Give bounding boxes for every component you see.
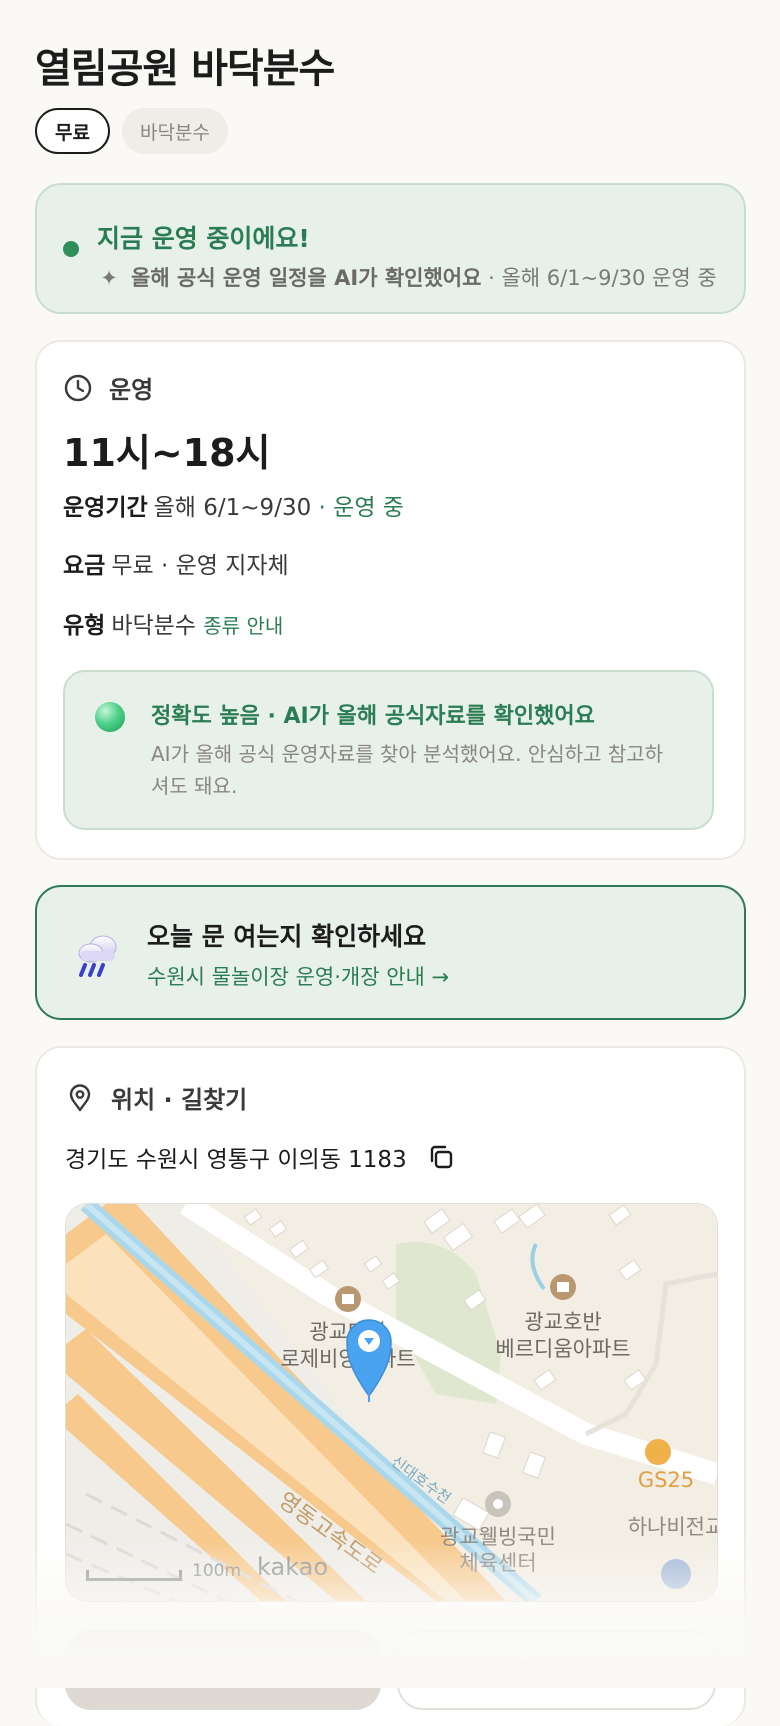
period-label: 운영기간 xyxy=(63,495,148,521)
location-pin-icon xyxy=(69,1083,91,1111)
send-arrow-icon: ➤ xyxy=(174,1657,194,1683)
map-scale: 100m kakao xyxy=(86,1553,328,1581)
address-text: 경기도 수원시 영통구 이의동 1183 xyxy=(65,1147,407,1173)
status-card: 지금 운영 중이에요! ✦ 올해 공식 운영 일정을 AI가 확인했어요 · 올해… xyxy=(35,183,746,314)
page-title: 열림공원 바닥분수 xyxy=(35,46,335,92)
accuracy-orb-icon xyxy=(95,702,125,732)
fee-row: 요금 무료 · 운영 지자체 xyxy=(63,546,289,580)
accuracy-description: AI가 올해 공식 운영자료를 찾아 분석했어요. 안심하고 참고하셔도 돼요. xyxy=(151,742,664,798)
fee-value: 무료 · 운영 지자체 xyxy=(111,553,289,579)
map-view[interactable]: 광교대광 로제비앙아파트 광교호반 베르디움아파트 신대호수천 영동고속도로 G… xyxy=(65,1203,718,1602)
location-buttons: ➤ 길찾기 플레이스 xyxy=(65,1630,716,1710)
place-button[interactable]: 플레이스 xyxy=(396,1630,716,1710)
fee-label: 요금 xyxy=(63,553,106,579)
directions-button[interactable]: ➤ 길찾기 xyxy=(65,1630,381,1710)
address-row: 경기도 수원시 영통구 이의동 1183 xyxy=(65,1140,455,1174)
map-label-edge: 하나비전교 xyxy=(628,1515,717,1539)
chip-floor-fountain[interactable]: 바닥분수 xyxy=(121,108,228,154)
scale-bar xyxy=(86,1570,182,1581)
operating-hours: 11시~18시 xyxy=(63,431,271,475)
accuracy-title: 정확도 높음 · AI가 올해 공식자료를 확인했어요 xyxy=(151,704,595,729)
sparkle-icon: ✦ xyxy=(100,266,118,290)
place-label: 플레이스 xyxy=(513,1660,599,1686)
map-label-center-line1: 광교웰빙국민 xyxy=(440,1525,556,1549)
location-section-header: 위치 · 길찾기 xyxy=(65,1080,247,1115)
ai-note: 올해 공식 운영 일정을 AI가 확인했어요 xyxy=(131,266,482,290)
accuracy-box: 정확도 높음 · AI가 올해 공식자료를 확인했어요 AI가 올해 공식 운영… xyxy=(63,670,714,830)
rain-cloud-icon xyxy=(78,935,117,977)
map-canvas: 광교대광 로제비앙아파트 광교호반 베르디움아파트 신대호수천 영동고속도로 G… xyxy=(66,1204,717,1601)
open-check-card[interactable]: 오늘 문 여는지 확인하세요 수원시 물놀이장 운영·개장 안내 → xyxy=(35,885,746,1020)
map-label-center-line2: 체육센터 xyxy=(459,1551,536,1575)
period-note: · 올해 6/1~9/30 운영 중 xyxy=(488,266,717,290)
location-card: 위치 · 길찾기 경기도 수원시 영통구 이의동 1183 광교대광 로제비앙아… xyxy=(35,1046,746,1726)
status-dot-icon xyxy=(63,241,79,257)
chip-free[interactable]: 무료 xyxy=(35,108,110,154)
open-check-title: 오늘 문 여는지 확인하세요 xyxy=(147,922,427,951)
type-guide-link[interactable]: 종류 안내 xyxy=(203,614,283,638)
location-section-title: 위치 · 길찾기 xyxy=(111,1086,248,1114)
type-label: 유형 xyxy=(63,613,106,639)
tag-chips: 무료 바닥분수 xyxy=(35,108,228,154)
period-status: · 운영 중 xyxy=(318,495,404,521)
period-row: 운영기간 올해 6/1~9/30 · 운영 중 xyxy=(63,488,404,522)
map-label-apt2-line1: 광교호반 xyxy=(524,1310,601,1334)
operation-section-header: 운영 xyxy=(63,370,153,405)
open-check-link[interactable]: 수원시 물놀이장 운영·개장 안내 → xyxy=(147,961,449,991)
period-value: 올해 6/1~9/30 xyxy=(153,495,312,521)
directions-label: 길찾기 xyxy=(207,1660,272,1686)
copy-icon[interactable] xyxy=(427,1143,455,1171)
map-label-apt2-line2: 베르디움아파트 xyxy=(495,1337,630,1361)
type-row: 유형 바닥분수 종류 안내 xyxy=(63,606,283,640)
type-value: 바닥분수 xyxy=(111,613,196,639)
scale-label: 100m xyxy=(192,1561,242,1581)
status-subline: ✦ 올해 공식 운영 일정을 AI가 확인했어요 · 올해 6/1~9/30 운영… xyxy=(97,262,717,292)
clock-icon xyxy=(64,374,92,401)
operation-section-title: 운영 xyxy=(109,376,154,404)
status-headline: 지금 운영 중이에요! xyxy=(97,224,310,253)
map-label-store: GS25 xyxy=(638,1468,694,1492)
map-brand-logo: kakao xyxy=(257,1553,329,1581)
